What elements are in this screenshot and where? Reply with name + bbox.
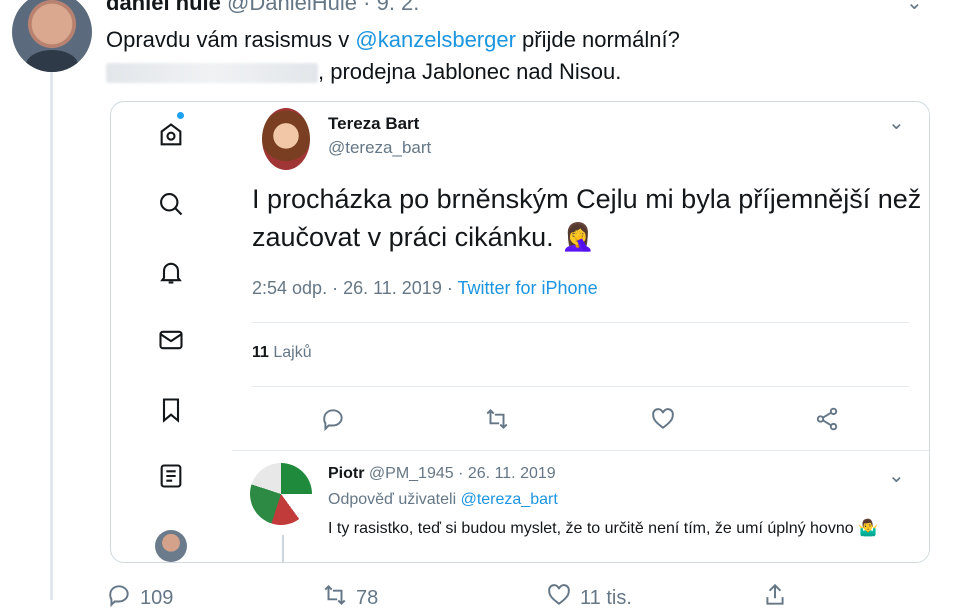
share-icon <box>762 582 788 614</box>
thread-line <box>282 535 284 562</box>
redacted-text <box>106 63 318 84</box>
retweet-button[interactable]: 78 <box>322 582 378 614</box>
likes-count: 11 <box>252 344 269 361</box>
share-button[interactable] <box>762 582 788 614</box>
tweet-detail-panel: Tereza Bart @tereza_bart ⌄ I procházka p… <box>231 102 929 562</box>
chevron-down-icon[interactable]: ⌄ <box>906 0 923 15</box>
reply-author-avatar[interactable] <box>250 463 312 525</box>
reply-tweet[interactable]: Piotr @PM_1945 · 26. 11. 2019 ⌄ Odpověď … <box>232 450 929 562</box>
likes-label: Lajků <box>273 344 312 361</box>
chevron-down-icon[interactable]: ⌄ <box>888 463 905 488</box>
like-button[interactable]: 11 tis. <box>546 582 632 614</box>
tweet-date[interactable]: 9. 2. <box>377 0 420 15</box>
replying-to-label: Odpověď uživateli <box>328 491 457 508</box>
tweet-source-link[interactable]: Twitter for iPhone <box>458 278 598 298</box>
embedded-time[interactable]: 2:54 odp. <box>252 278 327 298</box>
profile-avatar[interactable] <box>155 530 187 562</box>
retweet-icon <box>322 582 348 614</box>
embedded-date[interactable]: 26. 11. 2019 <box>343 278 442 298</box>
retweet-icon[interactable] <box>484 406 512 434</box>
home-icon[interactable] <box>155 119 187 151</box>
tweet-text-part: , prodejna Jablonec nad Nisou. <box>318 59 622 84</box>
retweet-count: 78 <box>356 586 379 609</box>
replying-to: Odpověď uživateli @tereza_bart <box>328 491 558 509</box>
likes-summary[interactable]: 11 Lajků <box>252 344 312 362</box>
tweet-header: daniel hule @DanielHule · 9. 2. <box>106 0 419 16</box>
embedded-author-avatar[interactable] <box>262 108 310 170</box>
tweet-text-part: Opravdu vám rasismus v <box>106 27 356 52</box>
embedded-tweet-screenshot[interactable]: Tereza Bart @tereza_bart ⌄ I procházka p… <box>110 101 930 563</box>
reply-count: 109 <box>140 586 174 609</box>
embedded-tweet-meta: 2:54 odp. · 26. 11. 2019 · Twitter for i… <box>252 278 598 298</box>
reply-author-handle[interactable]: @PM_1945 <box>369 465 454 482</box>
reply-author-name[interactable]: Piotr <box>328 465 364 482</box>
tweet-text: Opravdu vám rasismus v @kanzelsberger př… <box>106 24 926 88</box>
embedded-author-name[interactable]: Tereza Bart <box>328 114 419 134</box>
tweet-text-part: přijde normální? <box>515 27 680 52</box>
divider <box>252 386 909 387</box>
notifications-icon[interactable] <box>155 256 187 288</box>
replying-to-mention[interactable]: @tereza_bart <box>461 491 558 508</box>
embedded-tweet-text: I procházka po brněnským Cejlu mi byla p… <box>252 184 922 252</box>
author-handle[interactable]: @DanielHule <box>227 0 357 15</box>
sidebar-nav <box>111 102 231 562</box>
reply-text: I ty rasistko, teď si budou myslet, že t… <box>328 520 878 537</box>
thread-line <box>50 68 53 600</box>
reply-icon[interactable] <box>320 406 348 434</box>
like-count: 11 tis. <box>580 586 632 609</box>
reply-icon <box>106 582 132 614</box>
divider <box>252 322 909 323</box>
bookmarks-icon[interactable] <box>155 394 187 426</box>
author-name[interactable]: daniel hule <box>106 0 221 15</box>
chevron-down-icon[interactable]: ⌄ <box>888 110 905 135</box>
like-icon <box>546 582 572 614</box>
share-icon[interactable] <box>814 406 842 434</box>
search-icon[interactable] <box>155 188 187 220</box>
notification-dot <box>177 112 184 119</box>
lists-icon[interactable] <box>155 460 187 492</box>
reply-date[interactable]: 26. 11. 2019 <box>468 465 556 482</box>
messages-icon[interactable] <box>155 324 187 356</box>
separator-dot: · <box>458 465 464 482</box>
mention-link[interactable]: @kanzelsberger <box>355 27 516 52</box>
like-icon[interactable] <box>650 406 678 434</box>
separator-dot: · <box>363 0 371 15</box>
tweet-actions: 109 78 11 tis. <box>106 582 826 609</box>
reply-header: Piotr @PM_1945 · 26. 11. 2019 <box>328 465 556 483</box>
embedded-author-handle[interactable]: @tereza_bart <box>328 138 431 158</box>
reply-button[interactable]: 109 <box>106 582 173 614</box>
author-avatar[interactable] <box>12 0 92 72</box>
